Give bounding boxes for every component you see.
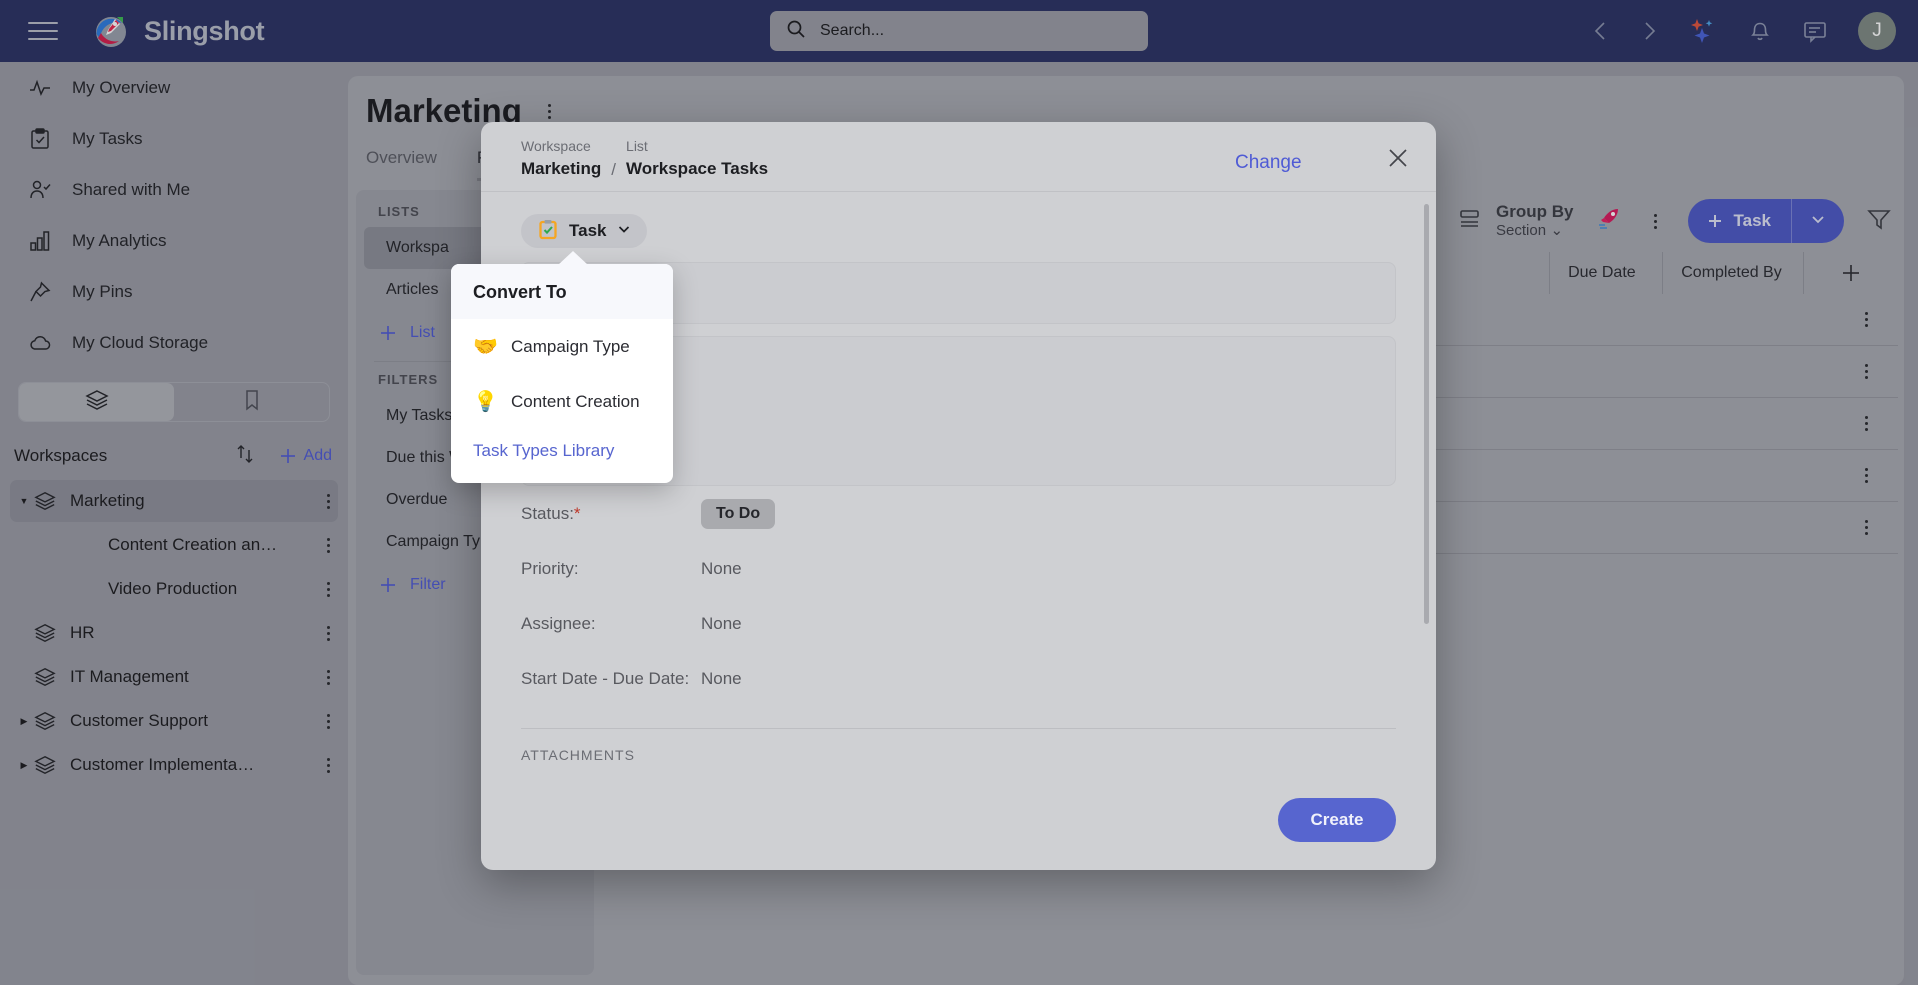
required-asterisk: * [573, 503, 581, 523]
breadcrumb: Workspace Marketing / List Workspace Tas… [521, 136, 768, 181]
modal-header: Workspace Marketing / List Workspace Tas… [481, 122, 1436, 192]
field-label: Start Date - Due Date: [521, 669, 701, 689]
breadcrumb-list-label: List [626, 138, 648, 154]
modal-field-row: Assignee: None [521, 596, 1396, 651]
change-location-button[interactable]: Change [1235, 152, 1302, 174]
modal-field-row: Start Date - Due Date: None [521, 651, 1396, 706]
field-label-text: Assignee: [521, 613, 596, 633]
create-task-modal: Workspace Marketing / List Workspace Tas… [481, 122, 1436, 870]
field-value[interactable]: None [701, 669, 742, 689]
task-type-chip[interactable]: Task [521, 214, 647, 248]
task-type-label: Task [569, 221, 607, 240]
status-badge[interactable]: To Do [701, 498, 776, 529]
convert-option-label: Content Creation [511, 391, 640, 411]
modal-field-row: Status:* To Do [521, 486, 1396, 541]
field-label: Priority: [521, 559, 701, 579]
convert-to-header: Convert To [451, 264, 673, 319]
lightbulb-icon: 💡 [473, 391, 498, 413]
field-label-text: Start Date - Due Date: [521, 668, 690, 688]
field-value[interactable]: None [701, 614, 742, 634]
breadcrumb-list-value[interactable]: Workspace Tasks [626, 157, 768, 181]
task-types-library-link[interactable]: Task Types Library [451, 429, 673, 483]
breadcrumb-workspace-label: Workspace [521, 138, 591, 154]
convert-option-campaign-type[interactable]: 🤝 Campaign Type [451, 319, 673, 374]
create-button[interactable]: Create [1278, 798, 1396, 842]
breadcrumb-workspace-value[interactable]: Marketing [521, 157, 601, 181]
close-icon[interactable] [1386, 146, 1410, 175]
field-label-text: Priority: [521, 558, 579, 578]
modal-field-list: Status:* To Do Priority: None Assignee: None S… [521, 486, 1396, 706]
breadcrumb-separator: / [611, 159, 617, 179]
chevron-down-icon [617, 221, 631, 241]
field-label: Assignee: [521, 614, 701, 634]
convert-to-popup: Convert To 🤝 Campaign Type 💡 Content Cre… [451, 251, 673, 483]
field-label: Status:* [521, 504, 701, 524]
modal-field-row: Priority: None [521, 541, 1396, 596]
field-label-text: Status: [521, 503, 574, 523]
attachments-header: ATTACHMENTS [521, 747, 635, 763]
popup-arrow [558, 251, 588, 265]
field-value[interactable]: None [701, 559, 742, 579]
convert-option-content-creation[interactable]: 💡 Content Creation [451, 374, 673, 429]
modal-scrollbar[interactable] [1424, 204, 1429, 624]
convert-option-label: Campaign Type [511, 336, 630, 356]
modal-footer: Create [481, 792, 1436, 870]
handshake-icon: 🤝 [473, 336, 498, 358]
clipboard-check-icon [537, 218, 559, 245]
